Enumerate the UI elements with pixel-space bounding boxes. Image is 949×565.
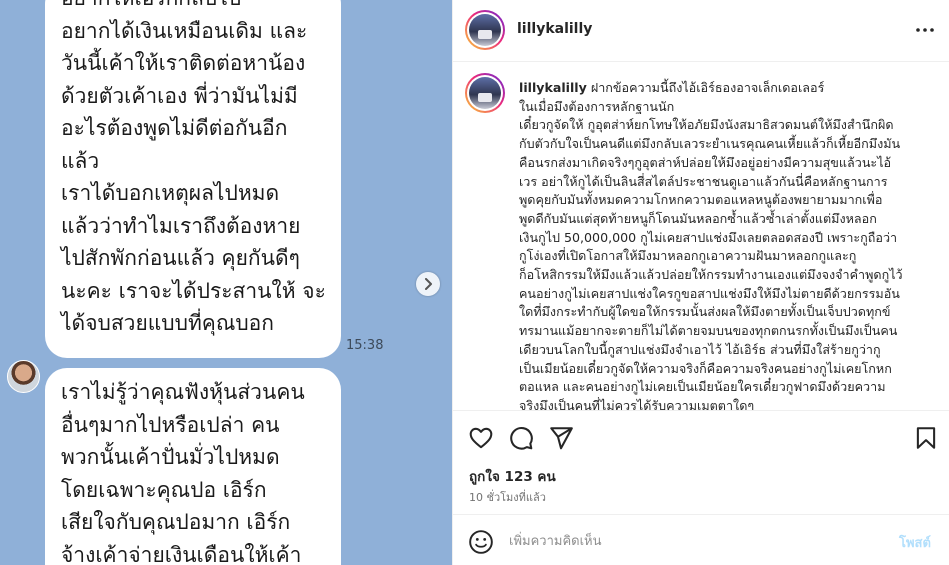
next-image-button[interactable] [416,272,440,296]
caption-line: เวร อย่าให้กูได้เป็นลินสี่สไตล์ประชาชนดู… [519,173,888,189]
caption-text: lillykalilly ฝากข้อความนี้ถึงไอ้เอิร์ธอง… [519,79,935,410]
chat-bubble-upper-line: เราได้บอกเหตุผลไปหมด [61,181,280,205]
caption-body: ในเมื่อมึงต้องการหลักฐานนักเดี๋ยวกูจัดให… [519,98,935,410]
caption-line: คือนรกส่งมาเกิดจริงๆกูอุตส่าห์ปล่อยให้มึ… [519,154,892,170]
chat-bubble-upper-line: นะคะ เราจะได้ประสานให้ จะ [61,278,326,303]
caption-first-line: ฝากข้อความนี้ถึงไอ้เอิร์ธองอาจเล็กเดอเลอ… [590,80,825,95]
chat-bubble-upper-line: วันนี้เค้าให้เราติดต่อหาน้อง [61,51,306,75]
caption-line: เป็นเมียน้อยเดี๋ยวกูจัดให้ความจริงก็คือค… [519,360,892,376]
caption-line: เดียวบนโลกใบนี้กูสาปแช่งมึงจำเอาไว้ ไอ้เ… [519,341,881,357]
likes-count[interactable]: ถูกใจ 123 คน [469,465,556,487]
caption-first-row: lillykalilly ฝากข้อความนี้ถึงไอ้เอิร์ธอง… [519,79,935,98]
emoji-icon [469,530,493,554]
emoji-button[interactable] [468,529,494,555]
chat-bubble-lower-line: จ้างเค้าจ่ายเงินเดือนให้เค้า [61,542,302,565]
more-horizontal-icon [916,28,934,32]
chat-bubble-upper-line: แล้วว่าทำไมเราถึงต้องหาย [61,213,301,238]
action-bar: ถูกใจ 123 คน 10 ชั่วโมงที่แล้ว [453,410,949,514]
chat-bubble-lower-line: โดยเฉพาะคุณปอ เอิร์ก [61,477,267,502]
chat-bubble-lower-line: อื่นๆมากไปหรือเปล่า คน [61,412,280,437]
post-header: lillykalilly [453,0,949,62]
heart-icon [469,427,493,449]
caption-line: กับตัวกับใจเป็นคนดีแต่มึงกลับเลวระยำเนรค… [519,136,901,152]
chat-bubble-upper-line: อะไรต้องพูดไม่ดีต่อกันอีก [61,116,288,140]
comment-bar: โพสต์ [453,514,949,565]
chat-bubble-upper-line: แล้ว [61,148,100,173]
caption-username[interactable]: lillykalilly [519,80,587,95]
chevron-right-icon [425,278,432,290]
author-username[interactable]: lillykalilly [517,21,592,37]
chat-bubble-lower: เราไม่รู้ว่าคุณฟังหุ้นส่วนคนอื่นๆมากไปหร… [45,368,341,565]
save-button[interactable] [913,425,939,451]
caption-line: เดี๋ยวกูจัดให้ กูอุตส่าห์ยกโทษให้อภัยมึง… [519,117,894,133]
caption-line: ใดที่มึงกระทำกับผู้ใดขอให้กรรมนั้นส่งผลใ… [519,304,891,320]
caption-line: กูโง่เองที่เปิดโอกาสให้มึงมาหลอกกูเอาควา… [519,248,857,264]
post-panel: lillykalilly lillykalilly ฝากข้อความนี้ถ… [452,0,949,565]
chat-avatar [7,360,40,393]
caption-line: ก็อโหสิกรรมให้มึงแล้วแล้วปล่อยให้กรรมทำง… [519,267,903,283]
caption-line: ตอแหล และคนอย่างกูไม่เคยเป็นเมียน้อยใครเ… [519,379,886,395]
caption-line: จริงมึงเป็นคนที่ไม่ควรได้รับความเมตตาใดๆ [519,397,755,410]
comment-button[interactable] [508,425,534,451]
more-options-button[interactable] [913,20,937,40]
chat-bubble-upper-line: ด้วยตัวเค้าเอง พี่ว่ามันไม่มี [61,83,298,108]
post-image: อยากให้เอิร์กกลับไปอยากได้เงินเหมือนเดิม… [0,0,452,565]
author-avatar[interactable] [465,10,505,50]
caption-line: พูดคุยกับมันทั้งหมดความโกหกความตอแหลหนูต… [519,192,883,208]
chat-bubble-upper-line: ได้จบสวยแบบที่คุณบอก [61,311,274,335]
chat-timestamp: 15:38 [346,338,384,353]
chat-bubble-lower-line: เราไม่รู้ว่าคุณฟังหุ้นส่วนคน [61,380,305,404]
caption-line: พูดดีกับมันแต่สุดท้ายหนูก็โดนมันหลอกซ้ำแ… [519,210,877,226]
chat-bubble-lower-line: เสียใจกับคุณปอมาก เอิร์ก [61,510,291,534]
paper-plane-icon [550,427,573,450]
caption-line: ในเมื่อมึงต้องการหลักฐานนัก [519,98,675,114]
comment-icon [510,427,533,450]
caption-line: เงินกูไป 50,000,000 กูไม่เคยสาปแช่งมึงเล… [519,229,898,245]
caption-section: lillykalilly ฝากข้อความนี้ถึงไอ้เอิร์ธอง… [453,63,949,410]
chat-bubble-upper: อยากให้เอิร์กกลับไปอยากได้เงินเหมือนเดิม… [45,0,341,358]
comment-input[interactable] [509,530,889,552]
chat-bubble-upper-line: อยากได้เงินเหมือนเดิม และ [61,18,308,43]
chat-bubble-upper-line: อยากให้เอิร์กกลับไป [61,0,327,15]
bookmark-icon [916,427,936,449]
post-time[interactable]: 10 ชั่วโมงที่แล้ว [469,488,546,506]
share-button[interactable] [548,425,574,451]
chat-bubble-upper-line: ไปสักพักก่อนแล้ว คุยกันดีๆ [61,246,300,270]
caption-line: คนอย่างกูไม่เคยสาปแช่งใครกูขอสาปแช่งมึงใ… [519,285,900,301]
caption-line: ทรมานแม้อยากจะตายก็ไม่ได้ตายจมบนของทุกตก… [519,323,898,339]
chat-bubble-lower-line: พวกนั้นเค้าปั่นมั่วไปหมด [61,445,280,469]
caption-author-avatar[interactable] [465,73,505,113]
post-comment-button[interactable]: โพสต์ [899,532,931,553]
like-button[interactable] [468,425,494,451]
